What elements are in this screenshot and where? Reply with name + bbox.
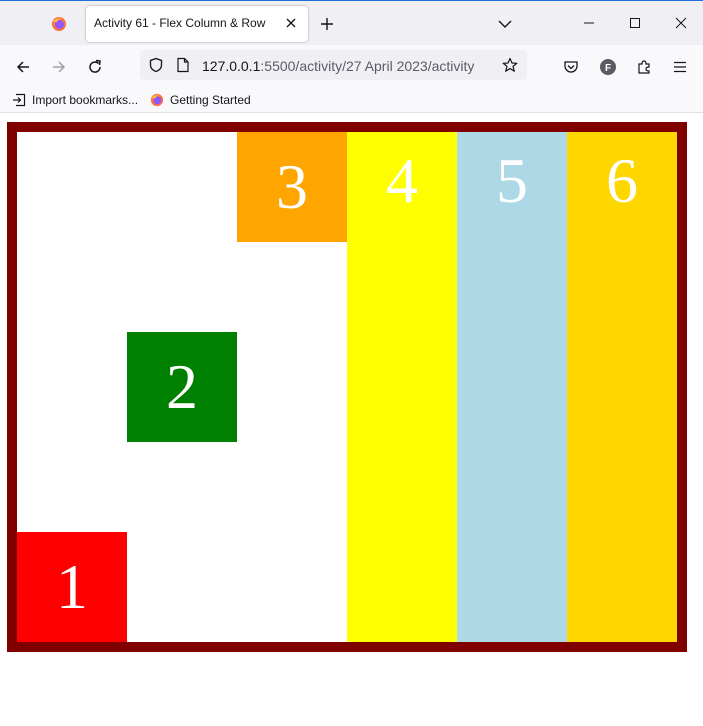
bookmark-star-icon[interactable] xyxy=(502,57,518,73)
reload-icon xyxy=(89,59,101,73)
reload-button[interactable] xyxy=(82,54,108,80)
pocket-button[interactable] xyxy=(558,54,584,80)
hamburger-menu-icon xyxy=(674,61,686,73)
pocket-icon xyxy=(564,61,578,73)
account-initial: F xyxy=(605,63,611,74)
bookmark-getting-started-label: Getting Started xyxy=(170,93,251,107)
firefox-icon xyxy=(150,93,164,107)
close-icon xyxy=(675,17,687,29)
minimize-button[interactable] xyxy=(574,9,604,37)
arrow-left-icon xyxy=(16,61,29,73)
tab-activity-61[interactable]: Activity 61 - Flex Column & Row xyxy=(86,6,308,42)
address-bar[interactable]: 127.0.0.1:5500/activity/27 April 2023/ac… xyxy=(140,50,527,80)
chevron-down-icon xyxy=(498,20,512,28)
tab-bar: Activity 61 - Flex Column & Row xyxy=(0,1,703,45)
bookmark-import[interactable]: Import bookmarks... xyxy=(12,91,138,109)
bookmark-getting-started[interactable]: Getting Started xyxy=(150,91,251,109)
close-tab-icon[interactable] xyxy=(282,14,300,32)
box-4: 4 xyxy=(347,132,457,642)
flex-container-inner: 1 2 3 4 5 6 xyxy=(17,132,677,642)
forward-button[interactable] xyxy=(46,54,72,80)
url-text[interactable]: 127.0.0.1:5500/activity/27 April 2023/ac… xyxy=(202,58,474,74)
puzzle-icon xyxy=(638,60,650,74)
menu-button[interactable] xyxy=(667,54,693,80)
bookmarks-toolbar: Import bookmarks... Getting Started xyxy=(0,87,703,113)
url-host: 127.0.0.1 xyxy=(202,58,261,74)
box-5: 5 xyxy=(457,132,567,642)
list-all-tabs-button[interactable] xyxy=(494,13,516,35)
tab-title: Activity 61 - Flex Column & Row xyxy=(94,16,266,30)
close-window-button[interactable] xyxy=(666,9,696,37)
box-2: 2 xyxy=(127,332,237,442)
shield-icon xyxy=(149,57,163,73)
plus-icon xyxy=(321,18,333,30)
url-path: :5500/activity/27 April 2023/activity8.h xyxy=(260,58,474,74)
box-1: 1 xyxy=(17,532,127,642)
page-icon xyxy=(177,57,189,73)
maximize-button[interactable] xyxy=(620,9,650,37)
account-button[interactable]: F xyxy=(595,54,621,80)
import-icon xyxy=(13,93,26,107)
minimize-icon xyxy=(584,22,594,24)
new-tab-button[interactable] xyxy=(316,13,338,35)
box-3: 3 xyxy=(237,132,347,242)
maximize-icon xyxy=(630,18,640,28)
extensions-button[interactable] xyxy=(631,54,657,80)
box-6: 6 xyxy=(567,132,677,642)
flex-container: 1 2 3 4 5 6 xyxy=(7,122,687,652)
back-button[interactable] xyxy=(10,54,36,80)
arrow-right-icon xyxy=(53,61,66,73)
account-avatar-icon: F xyxy=(600,59,616,75)
firefox-icon xyxy=(52,17,66,31)
bookmark-import-label: Import bookmarks... xyxy=(32,93,139,107)
navigation-toolbar: 127.0.0.1:5500/activity/27 April 2023/ac… xyxy=(0,45,703,87)
firefox-view-tab[interactable] xyxy=(46,11,72,37)
